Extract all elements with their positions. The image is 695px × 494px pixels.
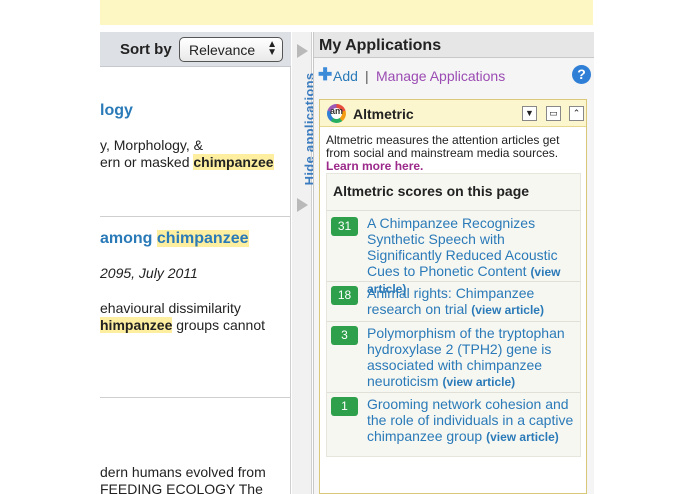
snippet-text: groups cannot <box>176 317 265 333</box>
result-title[interactable]: among chimpanzee <box>100 230 249 248</box>
applications-header: My Applications <box>314 32 594 58</box>
result-snippet: ern or masked chimpanzee <box>100 154 274 170</box>
article-link[interactable]: Polymorphism of the tryptophan hydroxyla… <box>367 325 581 390</box>
scores-title: Altmetric scores on this page <box>327 174 580 211</box>
divider <box>100 397 291 398</box>
select-arrows-icon: ▲ ▼ <box>267 39 277 58</box>
view-article-link[interactable]: (view article) <box>471 303 544 317</box>
divider <box>100 216 291 217</box>
top-banner <box>100 0 593 25</box>
article-link[interactable]: Grooming network cohesion and the role o… <box>367 396 581 445</box>
sort-label: Sort by <box>120 41 172 58</box>
move-up-icon[interactable]: ⌃ <box>569 106 584 121</box>
list-item: 1 Grooming network cohesion and the role… <box>327 393 580 452</box>
sort-select[interactable]: Relevance ▲ ▼ <box>179 37 283 62</box>
sort-selected-value: Relevance <box>189 42 256 58</box>
widget-header: am Altmetric ▼ ▭ ⌃ <box>320 100 586 127</box>
score-badge: 31 <box>331 217 358 236</box>
add-icon[interactable]: ✚ <box>318 65 332 85</box>
altmetric-logo-icon: am <box>327 104 346 123</box>
list-item: 18 Animal rights: Chimpanzee research on… <box>327 282 580 322</box>
snippet-text: ern or masked <box>100 154 190 170</box>
toolbar-separator: | <box>365 68 369 84</box>
title-highlight: chimpanzee <box>156 230 249 247</box>
learn-more-link[interactable]: Learn more here. <box>326 159 423 173</box>
help-icon[interactable]: ? <box>572 65 591 84</box>
result-snippet: himpanzee groups cannot <box>100 317 265 333</box>
applications-toolbar: ✚ Add | Manage Applications ? <box>314 58 594 92</box>
hide-applications-strip[interactable]: Hide applications <box>292 32 317 494</box>
applications-panel: My Applications ✚ Add | Manage Applicati… <box>313 32 594 494</box>
view-article-link[interactable]: (view article) <box>486 430 559 444</box>
list-item: 3 Polymorphism of the tryptophan hydroxy… <box>327 322 580 393</box>
score-badge: 1 <box>331 397 358 416</box>
result-snippet: FEEDING ECOLOGY The <box>100 481 263 494</box>
result-title[interactable]: logy <box>100 102 133 120</box>
manage-applications-link[interactable]: Manage Applications <box>376 68 505 84</box>
view-article-link[interactable]: (view article) <box>442 375 515 389</box>
widget-description: Altmetric measures the attention article… <box>326 134 581 173</box>
snippet-highlight: himpanzee <box>100 317 173 333</box>
score-badge: 18 <box>331 286 358 305</box>
maximize-icon[interactable]: ▭ <box>546 106 561 121</box>
result-snippet: y, Morphology, & <box>100 137 203 153</box>
expand-arrow-icon[interactable] <box>297 198 308 212</box>
article-link[interactable]: Animal rights: Chimpanzee research on tr… <box>367 285 581 318</box>
sort-bar: Sort by Relevance ▲ ▼ <box>100 32 291 67</box>
title-text: among <box>100 230 153 247</box>
result-snippet: dern humans evolved from <box>100 464 266 480</box>
scores-list: Altmetric scores on this page 31 A Chimp… <box>326 173 581 457</box>
result-citation: 2095, July 2011 <box>100 265 198 281</box>
snippet-highlight: chimpanzee <box>193 154 274 170</box>
expand-arrow-icon[interactable] <box>297 44 308 58</box>
score-badge: 3 <box>331 326 358 345</box>
list-item: 31 A Chimpanzee Recognizes Synthetic Spe… <box>327 211 580 296</box>
result-snippet: ehavioural dissimilarity <box>100 300 241 316</box>
hide-applications-toggle[interactable]: Hide applications <box>293 67 317 197</box>
description-text: Altmetric measures the attention article… <box>326 133 560 160</box>
logo-text: am <box>330 106 344 116</box>
add-link[interactable]: Add <box>333 68 358 84</box>
altmetric-widget: am Altmetric ▼ ▭ ⌃ Altmetric measures th… <box>319 99 587 494</box>
results-pane: Sort by Relevance ▲ ▼ logy y, Morphology,… <box>0 32 291 494</box>
collapse-icon[interactable]: ▼ <box>522 106 537 121</box>
widget-title: Altmetric <box>353 106 414 122</box>
